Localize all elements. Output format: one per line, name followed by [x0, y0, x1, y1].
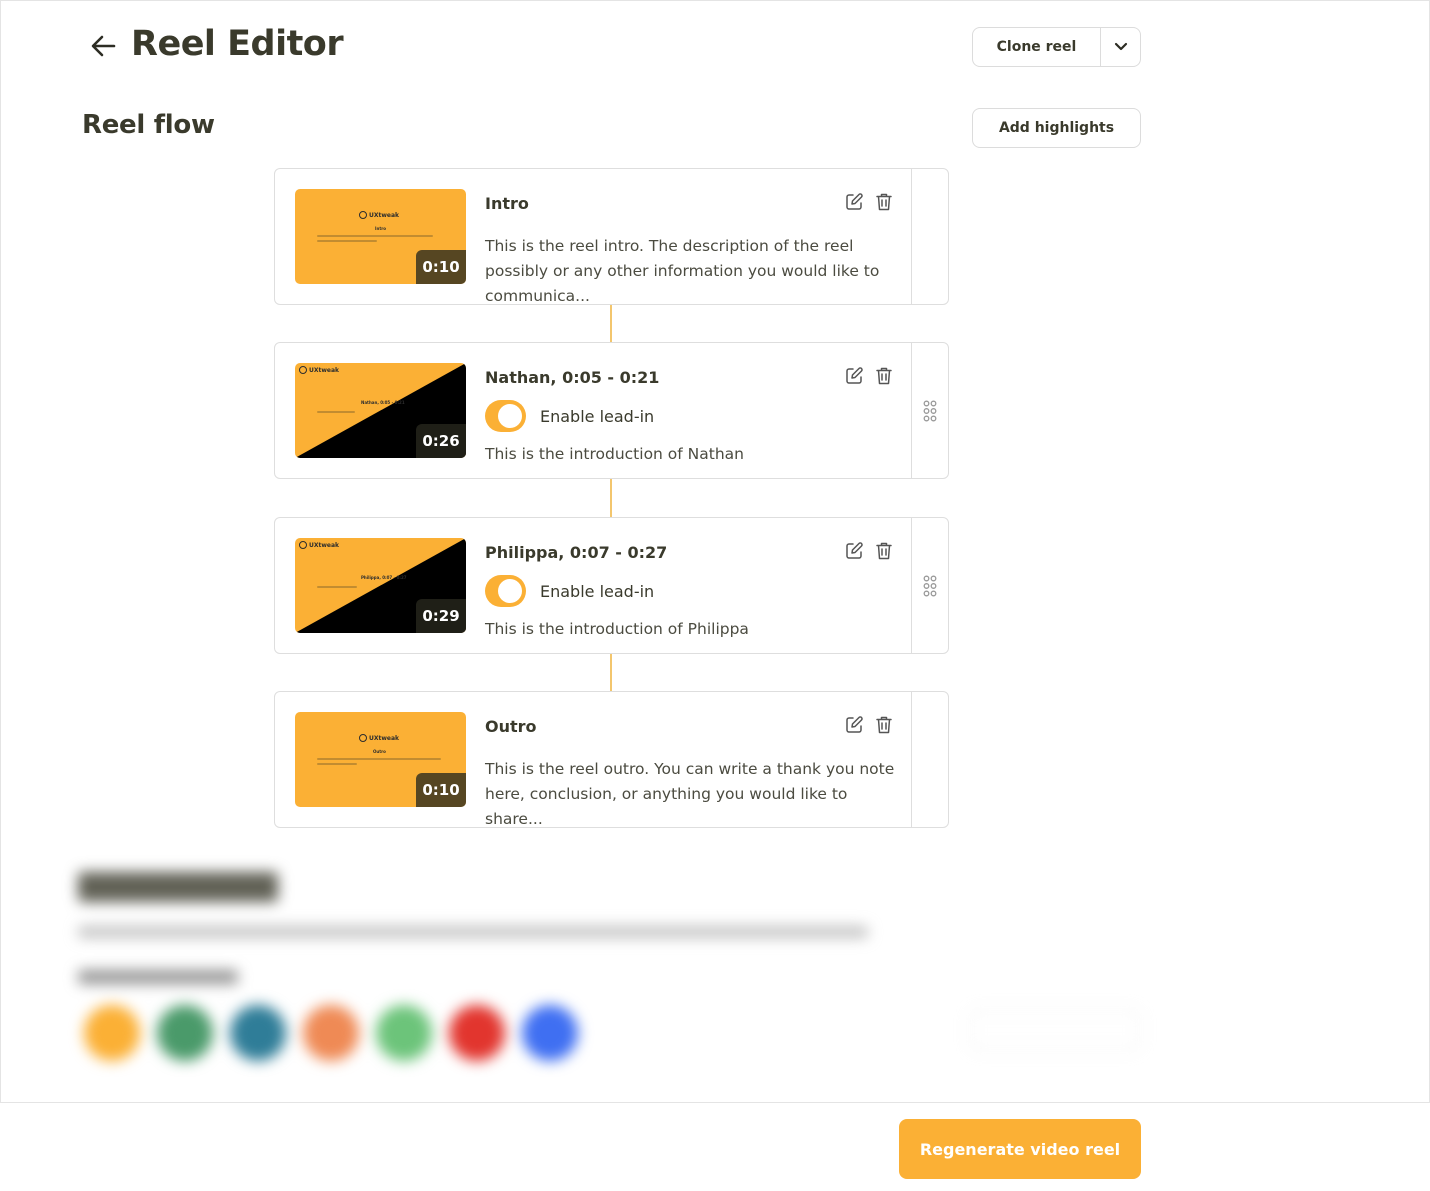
card-title: Philippa, 0:07 - 0:27: [485, 543, 668, 562]
footer-bar: Regenerate video reel: [0, 1102, 1430, 1191]
clip-duration: 0:10: [416, 773, 466, 807]
drag-handle-icon: [923, 400, 937, 421]
thumbnail-text-line: [317, 758, 441, 760]
delete-button[interactable]: [873, 714, 895, 736]
clip-thumbnail[interactable]: UXtweak Philippa, 0:07 - 0:27 0:29: [295, 538, 466, 633]
lead-in-row: Enable lead-in: [485, 575, 654, 607]
edit-button[interactable]: [843, 365, 865, 387]
regenerate-video-reel-button[interactable]: Regenerate video reel: [899, 1119, 1141, 1179]
back-button[interactable]: [88, 30, 120, 62]
thumbnail-heading: Outro: [373, 749, 386, 754]
card-description: This is the reel outro. You can write a …: [485, 760, 895, 828]
thumbnail-heading: Philippa, 0:07 - 0:27: [361, 575, 407, 580]
edit-button[interactable]: [843, 540, 865, 562]
thumbnail-text-line: [317, 235, 433, 237]
clone-options-dropdown[interactable]: [1101, 28, 1140, 66]
trash-icon: [876, 716, 892, 734]
edit-icon: [846, 367, 863, 384]
clone-reel-split-button: Clone reel: [972, 27, 1141, 67]
thumbnail-heading: Intro: [375, 226, 386, 231]
section-title-reel-flow: Reel flow: [82, 110, 215, 140]
reel-card-nathan[interactable]: UXtweak Nathan, 0:05 - 0:21 0:26 Nathan,…: [274, 342, 949, 479]
trash-icon: [876, 367, 892, 385]
thumbnail-logo: UXtweak: [359, 211, 399, 219]
drag-handle[interactable]: [911, 518, 948, 653]
drag-handle[interactable]: [911, 343, 948, 478]
card-title: Outro: [485, 717, 537, 736]
edit-icon: [846, 193, 863, 210]
thumbnail-logo: UXtweak: [299, 541, 339, 549]
clip-thumbnail[interactable]: UXtweak Intro 0:10: [295, 189, 466, 284]
edit-button[interactable]: [843, 191, 865, 213]
thumbnail-logo: UXtweak: [299, 366, 339, 374]
flow-connector: [610, 479, 612, 518]
thumbnail-logo: UXtweak: [359, 734, 399, 742]
flow-connector: [610, 305, 612, 343]
lead-in-toggle[interactable]: [485, 400, 526, 432]
card-description: This is the introduction of Nathan: [485, 445, 744, 463]
drag-handle-icon: [923, 575, 937, 596]
trash-icon: [876, 542, 892, 560]
lead-in-row: Enable lead-in: [485, 400, 654, 432]
thumbnail-text-line: [317, 411, 355, 413]
card-handle-area: [911, 169, 948, 304]
card-title: Nathan, 0:05 - 0:21: [485, 368, 660, 387]
clip-duration: 0:29: [416, 599, 466, 633]
page-title: Reel Editor: [131, 24, 344, 64]
flow-connector: [610, 654, 612, 692]
edit-button[interactable]: [843, 714, 865, 736]
thumbnail-heading: Nathan, 0:05 - 0:21: [361, 400, 405, 405]
edit-icon: [846, 542, 863, 559]
delete-button[interactable]: [873, 365, 895, 387]
card-handle-area: [911, 692, 948, 827]
trash-icon: [876, 193, 892, 211]
thumbnail-text-line: [317, 763, 357, 765]
lead-in-label: Enable lead-in: [540, 406, 655, 426]
reel-card-intro[interactable]: UXtweak Intro 0:10 Intro This is the ree…: [274, 168, 949, 305]
card-description: This is the introduction of Philippa: [485, 620, 749, 638]
card-title: Intro: [485, 194, 529, 213]
clip-thumbnail[interactable]: UXtweak Outro 0:10: [295, 712, 466, 807]
clip-duration: 0:10: [416, 250, 466, 284]
clone-reel-button[interactable]: Clone reel: [973, 28, 1101, 66]
edit-icon: [846, 716, 863, 733]
delete-button[interactable]: [873, 540, 895, 562]
thumbnail-text-line: [317, 240, 377, 242]
chevron-down-icon: [1114, 42, 1127, 51]
thumbnail-text-line: [317, 586, 357, 588]
reel-card-philippa[interactable]: UXtweak Philippa, 0:07 - 0:27 0:29 Phili…: [274, 517, 949, 654]
add-highlights-button[interactable]: Add highlights: [972, 108, 1141, 148]
card-description: This is the reel intro. The description …: [485, 237, 880, 305]
reel-card-outro[interactable]: UXtweak Outro 0:10 Outro This is the ree…: [274, 691, 949, 828]
arrow-left-icon: [91, 35, 116, 57]
clip-duration: 0:26: [416, 424, 466, 458]
clip-thumbnail[interactable]: UXtweak Nathan, 0:05 - 0:21 0:26: [295, 363, 466, 458]
lead-in-label: Enable lead-in: [540, 581, 655, 601]
lead-in-toggle[interactable]: [485, 575, 526, 607]
delete-button[interactable]: [873, 191, 895, 213]
